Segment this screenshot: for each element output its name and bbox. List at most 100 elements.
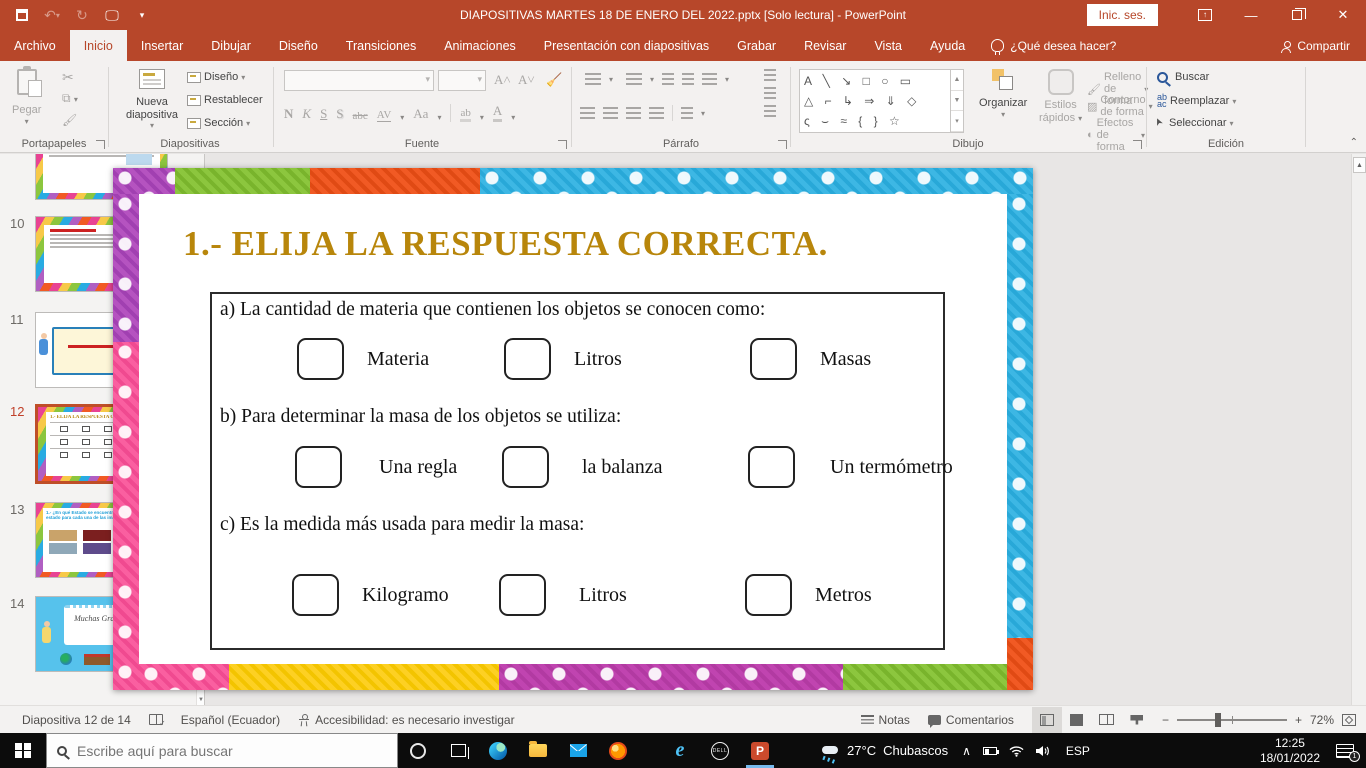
bold-icon[interactable]: N [284, 106, 293, 122]
format-painter-icon[interactable]: 🖌 [62, 113, 77, 127]
tab-vista[interactable]: Vista [860, 30, 916, 61]
line-spacing-icon[interactable] [702, 73, 717, 85]
firefox-icon[interactable] [598, 733, 638, 768]
close-button[interactable]: ✕ [1320, 0, 1366, 30]
editor-scrollbar[interactable]: ▲ [1351, 154, 1366, 705]
increase-indent-icon[interactable] [682, 73, 694, 85]
shapes-gallery-scroll[interactable]: ▲▼▾ [951, 69, 964, 133]
tab-grabar[interactable]: Grabar [723, 30, 790, 61]
character-spacing-icon[interactable]: AV [377, 109, 391, 122]
wifi-icon[interactable] [1003, 745, 1030, 757]
checkbox-materia[interactable] [297, 338, 344, 380]
language-indicator[interactable]: ESP [1056, 744, 1100, 758]
font-dialog-launcher[interactable] [558, 140, 567, 149]
drawing-dialog-launcher[interactable] [1133, 140, 1142, 149]
checkbox-una-regla[interactable] [295, 446, 342, 488]
underline-icon[interactable]: S [320, 106, 327, 122]
tab-inicio[interactable]: Inicio [70, 30, 127, 61]
spellcheck-icon[interactable] [149, 714, 163, 725]
tab-diseno[interactable]: Diseño [265, 30, 332, 61]
grow-font-icon[interactable]: A˄ [494, 72, 511, 88]
numbering-icon[interactable] [626, 73, 642, 85]
font-name-combobox[interactable] [284, 70, 434, 91]
shape-outline-button[interactable]: ▨Contorno de forma▾ [1087, 94, 1153, 118]
checkbox-masas[interactable] [750, 338, 797, 380]
taskbar-search[interactable] [46, 733, 398, 768]
zoom-in-button[interactable]: + [1295, 713, 1302, 727]
share-button[interactable]: Compartir [1265, 30, 1366, 61]
strikethrough-icon[interactable]: abc [353, 110, 368, 122]
internet-explorer-icon[interactable]: e [660, 733, 700, 768]
find-button[interactable]: Buscar [1157, 71, 1209, 83]
section-button[interactable]: Sección▾ [187, 117, 250, 129]
volume-icon[interactable] [1030, 745, 1056, 757]
clear-formatting-icon[interactable]: 🧹 [546, 72, 562, 88]
align-text-icon[interactable] [764, 87, 776, 99]
reset-slide-button[interactable]: Restablecer [187, 94, 263, 106]
battery-icon[interactable] [977, 747, 1003, 755]
checkbox-kilogramo[interactable] [292, 574, 339, 616]
tab-animaciones[interactable]: Animaciones [430, 30, 530, 61]
start-slideshow-icon[interactable]: 🖵 [104, 7, 120, 23]
highlight-color-icon[interactable]: ab [460, 107, 470, 122]
slide-sorter-view-button[interactable] [1062, 707, 1092, 733]
edge-icon[interactable] [478, 733, 518, 768]
replace-button[interactable]: abacReemplazar▾ [1157, 94, 1236, 108]
redo-icon[interactable]: ↻ [74, 7, 90, 23]
tab-insertar[interactable]: Insertar [127, 30, 197, 61]
slideshow-view-button[interactable] [1122, 707, 1152, 733]
font-size-combobox[interactable] [438, 70, 486, 91]
text-direction-icon[interactable] [764, 69, 776, 81]
tab-transiciones[interactable]: Transiciones [332, 30, 430, 61]
arrange-button[interactable]: Organizar ▾ [979, 69, 1027, 119]
zoom-level[interactable]: 72% [1310, 713, 1334, 727]
tab-presentacion[interactable]: Presentación con diapositivas [530, 30, 723, 61]
paragraph-dialog-launcher[interactable] [778, 140, 787, 149]
quick-styles-button[interactable]: Estilos rápidos ▾ [1039, 69, 1082, 124]
tab-ayuda[interactable]: Ayuda [916, 30, 979, 61]
normal-view-button[interactable] [1032, 707, 1062, 733]
cut-icon[interactable]: ✂ [62, 69, 74, 86]
question-box[interactable]: a) La cantidad de materia que contienen … [210, 292, 945, 650]
customize-qat-icon[interactable]: ▾ [134, 7, 150, 23]
italic-icon[interactable]: K [302, 106, 311, 122]
text-shadow-icon[interactable]: S [336, 106, 343, 122]
collapse-ribbon-icon[interactable]: ⌃ [1350, 137, 1358, 148]
clipboard-dialog-launcher[interactable] [96, 140, 105, 149]
bullets-icon[interactable] [585, 73, 601, 85]
undo-icon[interactable]: ↶▾ [44, 7, 60, 23]
weather-widget[interactable]: 27°C Chubascos [812, 743, 956, 758]
dell-icon[interactable]: DELL [700, 733, 740, 768]
checkbox-la-balanza[interactable] [502, 446, 549, 488]
align-left-icon[interactable] [580, 107, 595, 119]
justify-icon[interactable] [649, 107, 664, 119]
save-icon[interactable] [14, 7, 30, 23]
new-slide-button[interactable]: Nueva diapositiva ▾ [117, 69, 187, 130]
action-center-icon[interactable]: 1 [1336, 744, 1354, 758]
tell-me-box[interactable]: ¿Qué desea hacer? [979, 30, 1128, 61]
slide-canvas[interactable]: 1.- ELIJA LA RESPUESTA CORRECTA. a) La c… [113, 168, 1033, 690]
cortana-button[interactable] [398, 733, 438, 768]
zoom-out-button[interactable]: − [1162, 713, 1169, 727]
taskbar-clock[interactable]: 12:25 18/01/2022 [1250, 736, 1330, 766]
start-button[interactable] [0, 733, 46, 768]
powerpoint-taskbar-icon[interactable]: P [740, 733, 780, 768]
align-center-icon[interactable] [603, 107, 618, 119]
checkbox-metros[interactable] [745, 574, 792, 616]
tab-archivo[interactable]: Archivo [0, 30, 70, 61]
search-input[interactable] [77, 743, 357, 759]
language-status[interactable]: Español (Ecuador) [181, 713, 280, 727]
slide-title[interactable]: 1.- ELIJA LA RESPUESTA CORRECTA. [183, 224, 943, 264]
restore-button[interactable] [1274, 0, 1320, 30]
decrease-indent-icon[interactable] [662, 73, 674, 85]
columns-icon[interactable] [681, 107, 693, 119]
slide-layout-button[interactable]: Diseño▾ [187, 71, 245, 83]
task-view-button[interactable] [438, 733, 478, 768]
select-button[interactable]: Seleccionar▾ [1157, 117, 1234, 129]
ribbon-display-options-button[interactable]: ↑ [1182, 0, 1228, 30]
checkbox-un-termometro[interactable] [748, 446, 795, 488]
sign-in-button[interactable]: Inic. ses. [1087, 4, 1158, 26]
reading-view-button[interactable] [1092, 707, 1122, 733]
paste-button[interactable]: Pegar ▾ [12, 69, 41, 126]
comments-button[interactable]: Comentarios [928, 713, 1014, 727]
